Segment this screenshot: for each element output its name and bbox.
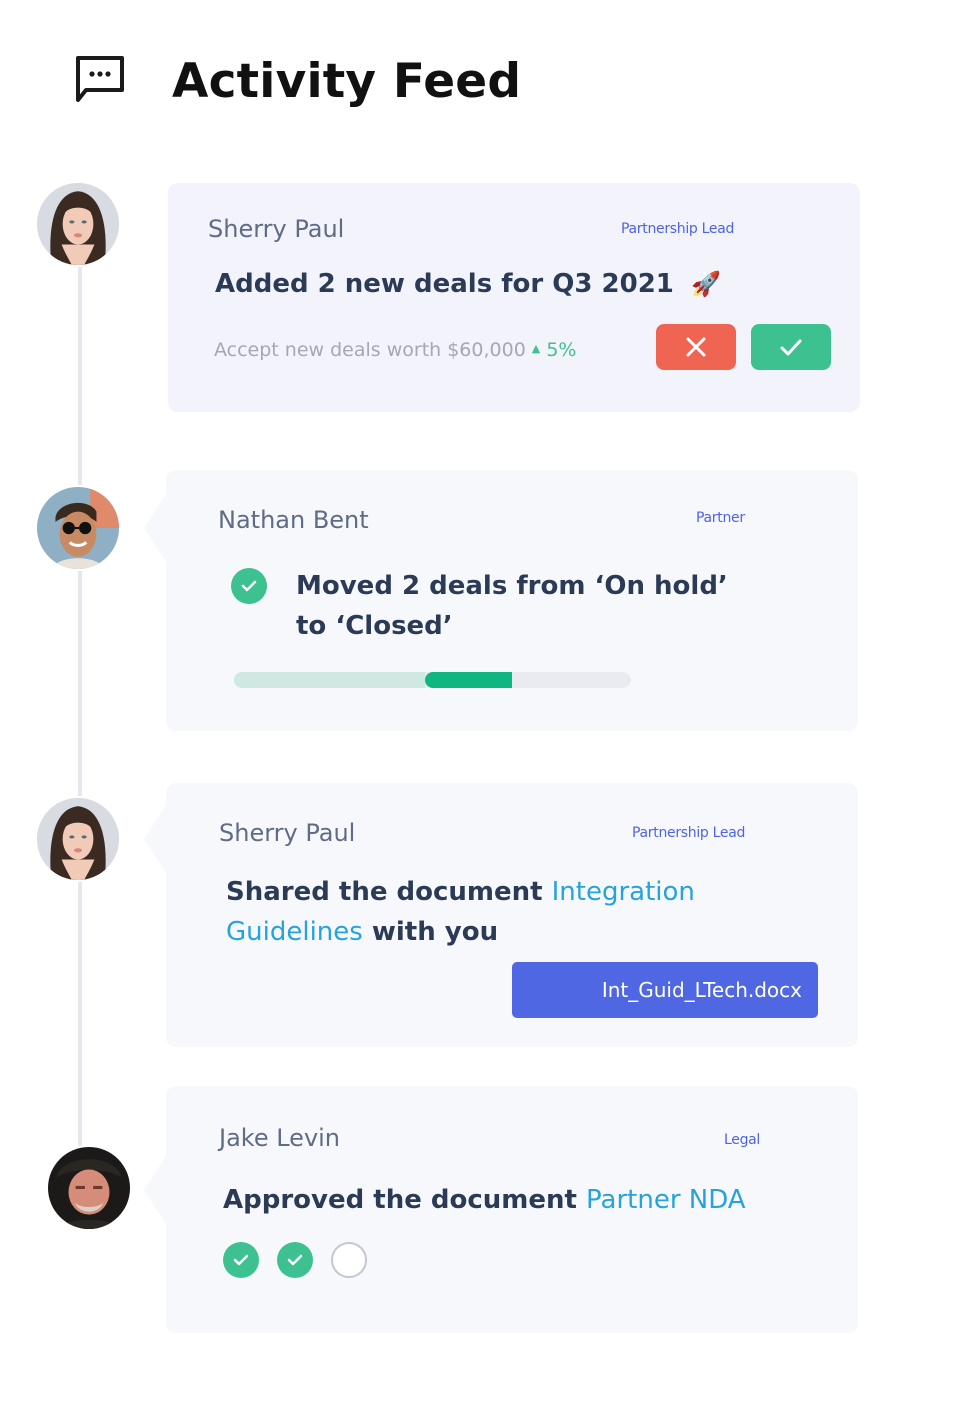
user-name[interactable]: Sherry Paul [208, 215, 344, 243]
user-role: Partnership Lead [632, 825, 746, 841]
check-circle-icon [231, 568, 267, 604]
timeline-connector [78, 262, 82, 1152]
close-icon [686, 337, 706, 357]
activity-title: Added 2 new deals for Q3 2021 🚀 [215, 264, 721, 304]
activity-card-deals-moved: Nathan Bent Partner Moved 2 deals from ‘… [144, 470, 858, 731]
activity-card-document-shared: Sherry Paul Partnership Lead Shared the … [144, 783, 858, 1047]
document-link[interactable]: Partner NDA [586, 1185, 746, 1215]
progress-completed-segment [234, 672, 425, 688]
activity-title-text: Added 2 new deals for Q3 2021 [215, 269, 674, 299]
file-attachment-button[interactable]: Int_Guid_LTech.docx [512, 962, 818, 1018]
deal-worth-text: Accept new deals worth $60,000 ▲ 5% [214, 339, 576, 361]
approval-pending-icon [331, 1242, 367, 1278]
avatar-sherry-paul[interactable] [37, 183, 119, 265]
activity-title-prefix: Approved the document [223, 1185, 587, 1215]
activity-title-prefix: Shared the document [226, 877, 552, 907]
card-pointer [144, 494, 166, 562]
user-role: Partnership Lead [621, 221, 735, 237]
deal-worth-label: Accept new deals worth $60,000 [214, 339, 526, 361]
activity-title: Approved the document Partner NDA [223, 1180, 746, 1220]
trend-up-badge: ▲ 5% [532, 339, 577, 361]
feed-header: Activity Feed [72, 52, 521, 109]
avatar-sherry-paul[interactable] [37, 798, 119, 880]
card-pointer [144, 1156, 166, 1224]
user-role: Legal [724, 1132, 761, 1148]
avatar-nathan-bent[interactable] [37, 487, 119, 569]
chat-bubble-dots-icon [72, 52, 128, 108]
deal-progress-bar [234, 672, 631, 688]
approval-check-icon [277, 1242, 313, 1278]
activity-card-deals-added: Sherry Paul Partnership Lead Added 2 new… [168, 183, 860, 412]
activity-title: Shared the document Integration Guidelin… [226, 872, 696, 952]
activity-title-suffix: with you [362, 917, 499, 947]
delta-value: 5% [546, 339, 577, 361]
accept-button[interactable] [751, 324, 831, 370]
activity-card-document-approved: Jake Levin Legal Approved the document P… [144, 1086, 858, 1333]
arrow-up-icon: ▲ [531, 342, 541, 355]
activity-title: Moved 2 deals from ‘On hold’ to ‘Closed’ [296, 571, 728, 641]
page-title: Activity Feed [172, 54, 522, 109]
rocket-icon: 🚀 [690, 270, 721, 298]
reject-button[interactable] [656, 324, 736, 370]
user-role: Partner [696, 510, 745, 526]
user-name[interactable]: Nathan Bent [218, 506, 369, 534]
user-name[interactable]: Jake Levin [219, 1124, 340, 1152]
card-pointer [144, 805, 166, 873]
avatar-jake-levin[interactable] [48, 1147, 130, 1229]
progress-active-segment [424, 672, 512, 688]
user-name[interactable]: Sherry Paul [219, 819, 355, 847]
approval-check-icon [223, 1242, 259, 1278]
check-icon [780, 339, 802, 356]
